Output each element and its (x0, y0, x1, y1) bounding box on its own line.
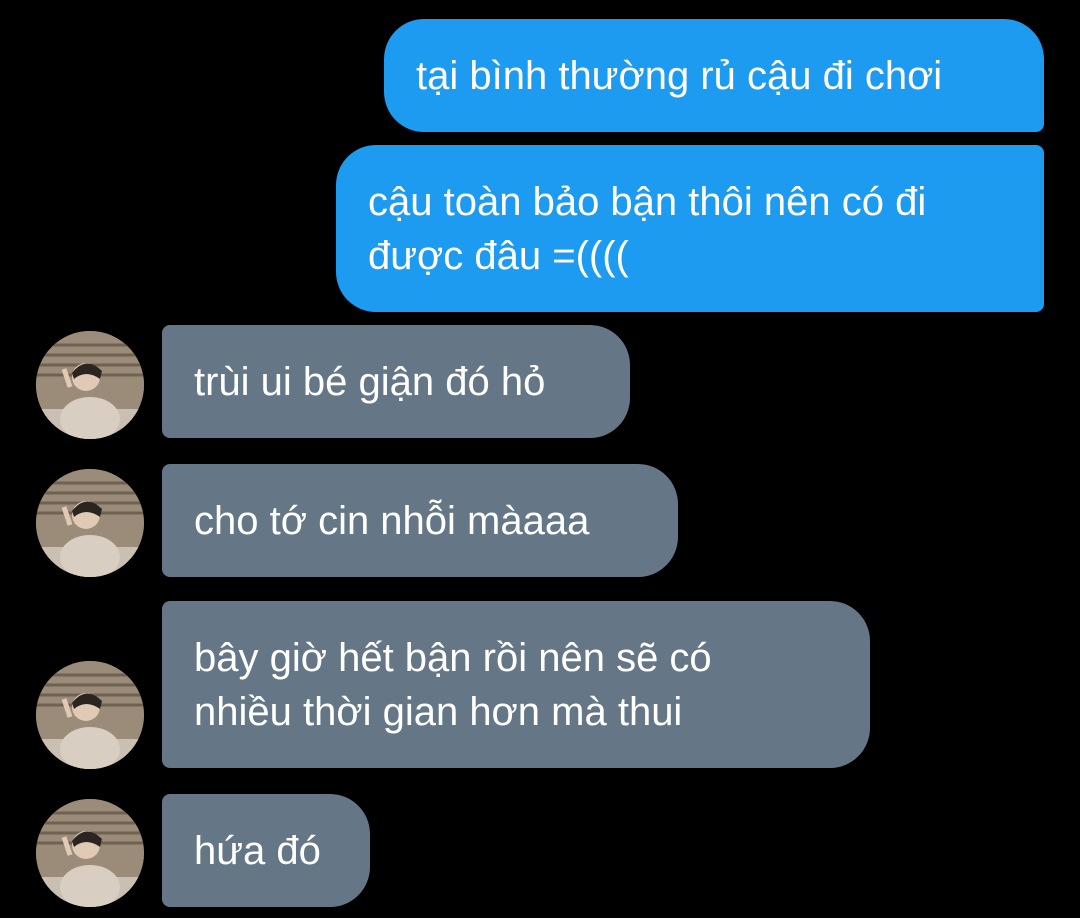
message-bubble-incoming[interactable]: hứa đó (162, 794, 370, 907)
avatar-photo-icon (36, 469, 144, 577)
contact-avatar[interactable] (36, 469, 144, 577)
chat-thread: tại bình thường rủ cậu đi chơi cậu toàn … (0, 0, 1080, 918)
message-text: bây giờ hết bận rồi nên sẽ có nhiều thời… (194, 636, 712, 734)
message-text: cậu toàn bảo bận thôi nên có đi được đâu… (368, 180, 927, 278)
message-bubble-incoming[interactable]: cho tớ cin nhỗi màaaa (162, 464, 678, 577)
message-bubble-incoming[interactable]: trùi ui bé giận đó hỏ (162, 325, 630, 438)
message-text: tại bình thường rủ cậu đi chơi (416, 54, 943, 98)
message-text: cho tớ cin nhỗi màaaa (194, 499, 590, 543)
contact-avatar[interactable] (36, 799, 144, 907)
message-text: trùi ui bé giận đó hỏ (194, 360, 546, 404)
message-text: hứa đó (194, 829, 321, 873)
message-bubble-outgoing[interactable]: tại bình thường rủ cậu đi chơi (384, 19, 1044, 132)
message-bubble-outgoing[interactable]: cậu toàn bảo bận thôi nên có đi được đâu… (336, 145, 1044, 312)
avatar-photo-icon (36, 661, 144, 769)
message-bubble-incoming[interactable]: bây giờ hết bận rồi nên sẽ có nhiều thời… (162, 601, 870, 768)
contact-avatar[interactable] (36, 661, 144, 769)
avatar-photo-icon (36, 799, 144, 907)
avatar-photo-icon (36, 331, 144, 439)
contact-avatar[interactable] (36, 331, 144, 439)
